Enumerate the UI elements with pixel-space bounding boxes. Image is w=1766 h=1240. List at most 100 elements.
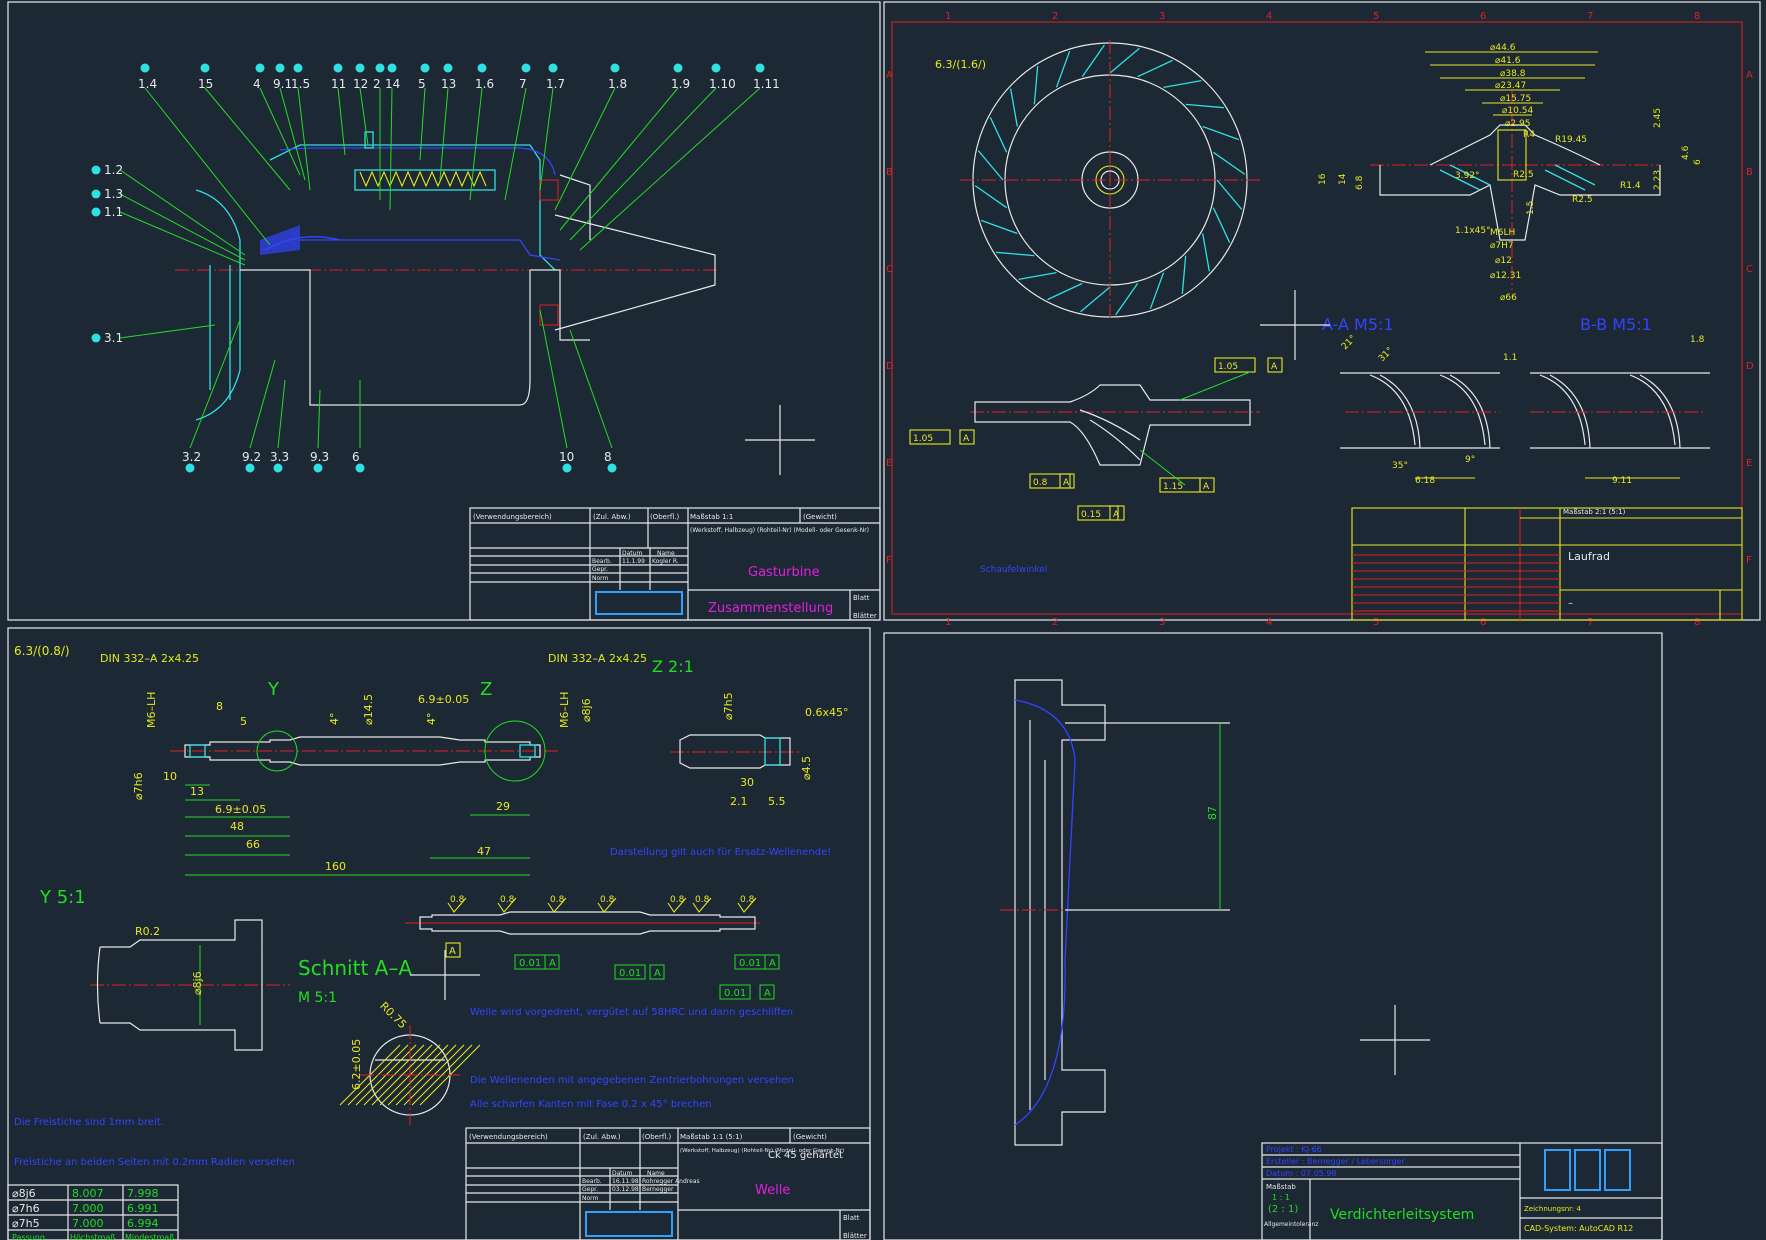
balloon-marker xyxy=(521,63,531,73)
blade-dim: 35° xyxy=(1392,461,1408,471)
balloon-marker xyxy=(91,333,101,343)
drawing-canvas: 1.4 15 4 9.11.5 11 12 2 14 5 13 1.6 7 1.7 1.8 1.9 1.10 1… xyxy=(7,1,1761,1240)
din-left: DIN 332–A 2x4.25 xyxy=(100,652,199,665)
gt-gepr: Gepr. xyxy=(592,566,608,573)
shaft-dim: 4° xyxy=(328,713,341,726)
grid-col-label: 8 xyxy=(1694,617,1700,628)
blade-line xyxy=(1033,65,1039,105)
balloon-label: 1.2 xyxy=(104,163,123,177)
balloon-label: 1.6 xyxy=(475,77,494,91)
gt-norm: Norm xyxy=(592,575,609,582)
blade-line xyxy=(974,185,1008,209)
fit-footer: Passung xyxy=(12,1233,45,1240)
grid-row-label: F xyxy=(1746,555,1752,566)
grid-row-label: B xyxy=(886,167,893,178)
vd-massstab: Maßstab xyxy=(1266,1183,1296,1191)
balloon-marker xyxy=(273,463,283,473)
gasturbine-leaders xyxy=(119,87,761,449)
welle-y-detail: Y 5:1 R0.2 ⌀8j6 xyxy=(39,887,290,1051)
fit-cell: 6.994 xyxy=(127,1217,159,1230)
gt-bearb-date: 11.1.99 xyxy=(622,558,645,565)
we-gepr-name: Bernegger xyxy=(642,1186,674,1193)
shaft-dim: 66 xyxy=(246,838,260,851)
we-massstab: Maßstab 1:1 (5:1) xyxy=(680,1133,743,1141)
runout-value: A xyxy=(654,968,661,979)
gt-verwendung: (Verwendungsbereich) xyxy=(473,513,552,521)
roughness-value: 0.8 xyxy=(450,895,465,905)
welle-note: Alle scharfen Kanten mit Fase 0.2 x 45° … xyxy=(470,1099,712,1110)
tolerance-value: A xyxy=(1203,482,1210,492)
vd-projekt: Projekt : KJ-66 xyxy=(1266,1145,1322,1154)
fit-cell: 7.998 xyxy=(127,1187,159,1200)
balloon-label: 3.1 xyxy=(104,331,123,345)
dim-label: ⌀7H7 xyxy=(1490,241,1514,251)
gasturbine-assembly xyxy=(175,131,720,421)
grid-col-label: 4 xyxy=(1266,617,1272,628)
we-blatt: Blatt xyxy=(843,1214,860,1222)
blade-line xyxy=(980,219,1018,235)
vd-scale: 1 : 1 xyxy=(1272,1193,1290,1202)
fit-cell: 7.000 xyxy=(72,1202,104,1215)
grid-col-label: 7 xyxy=(1587,617,1593,628)
balloon-marker xyxy=(562,463,572,473)
balloon-label: 10 xyxy=(559,450,574,464)
z-dim: ⌀7h5 xyxy=(722,692,735,720)
we-blaetter: Blätter xyxy=(843,1232,867,1240)
we-name-hdr: Name xyxy=(647,1170,665,1177)
gt-massstab: Maßstab 1:1 xyxy=(690,513,733,521)
grid-col-label: 2 xyxy=(1052,11,1058,22)
tolerance-value: A xyxy=(1113,510,1120,520)
blade-dim: 9° xyxy=(1465,455,1475,465)
vd-datum: Datum : 07.05.98 xyxy=(1266,1169,1336,1178)
blade-dim: 21° xyxy=(1340,334,1358,352)
runout-value: 0.01 xyxy=(724,988,746,999)
balloon-marker xyxy=(275,63,285,73)
laufrad-surface: 6.3/(1.6/) xyxy=(935,58,986,71)
balloon-marker xyxy=(91,165,101,175)
detail-y: Y xyxy=(267,679,280,700)
tolerance-value: A xyxy=(1063,478,1070,488)
dim-label: 6.8 xyxy=(1355,175,1365,190)
dim-label: 2.23 xyxy=(1653,170,1663,190)
tolerance-value: 1.05 xyxy=(1218,362,1238,372)
balloon-marker xyxy=(313,463,323,473)
welle-section-r: R0.75 xyxy=(377,999,409,1031)
balloon-marker xyxy=(375,63,385,73)
runout-value: A xyxy=(764,988,771,999)
balloon-marker xyxy=(245,463,255,473)
welle-z-detail: Z 2:1 ⌀7h5 0.6x45° 30 ⌀4.5 2.1 5.5 xyxy=(652,657,849,808)
we-material: Ck 45 gehärtet xyxy=(768,1150,843,1161)
balloon-label: 8 xyxy=(604,450,612,464)
fit-cell: 6.991 xyxy=(127,1202,159,1215)
runout-value: 0.01 xyxy=(619,968,641,979)
runout-value: 0.01 xyxy=(739,958,761,969)
blade-line xyxy=(1080,286,1111,313)
balloon-label: 13 xyxy=(441,77,456,91)
balloon-marker xyxy=(355,63,365,73)
shaft-dim: 6.9±0.05 xyxy=(215,803,266,816)
grid-row-label: C xyxy=(1746,264,1753,275)
welle-z-label: Z 2:1 xyxy=(652,657,694,676)
blade-line xyxy=(1115,282,1139,316)
balloon-label: 6 xyxy=(352,450,360,464)
dim-label: 4.6 xyxy=(1681,145,1691,160)
blade-dim: 31° xyxy=(1377,346,1395,364)
balloon-label: 1.11 xyxy=(753,77,780,91)
dim-label: R1.4 xyxy=(1620,181,1641,191)
fit-footer: Mindestmaß xyxy=(125,1233,174,1240)
roughness-value: 0.8 xyxy=(550,895,565,905)
balloon-label: 1.3 xyxy=(104,187,123,201)
shaft-dim: 4° xyxy=(425,713,438,726)
grid-col-label: 6 xyxy=(1480,11,1486,22)
laufrad-note: Schaufelwinkel xyxy=(980,565,1047,575)
tolerance-value: 1.15 xyxy=(1163,482,1183,492)
vd-ersteller: Ersteller : Bernegger / Lebersorger xyxy=(1266,1157,1405,1166)
dim-label: 16 xyxy=(1318,173,1328,185)
balloon-marker xyxy=(477,63,487,73)
runout-value: 0.01 xyxy=(519,958,541,969)
balloon-marker xyxy=(333,63,343,73)
grid-row-label: C xyxy=(886,264,893,275)
balloon-label: 1.5 xyxy=(291,77,310,91)
grid-row-label: A xyxy=(886,70,893,81)
blade-line xyxy=(1202,233,1211,272)
